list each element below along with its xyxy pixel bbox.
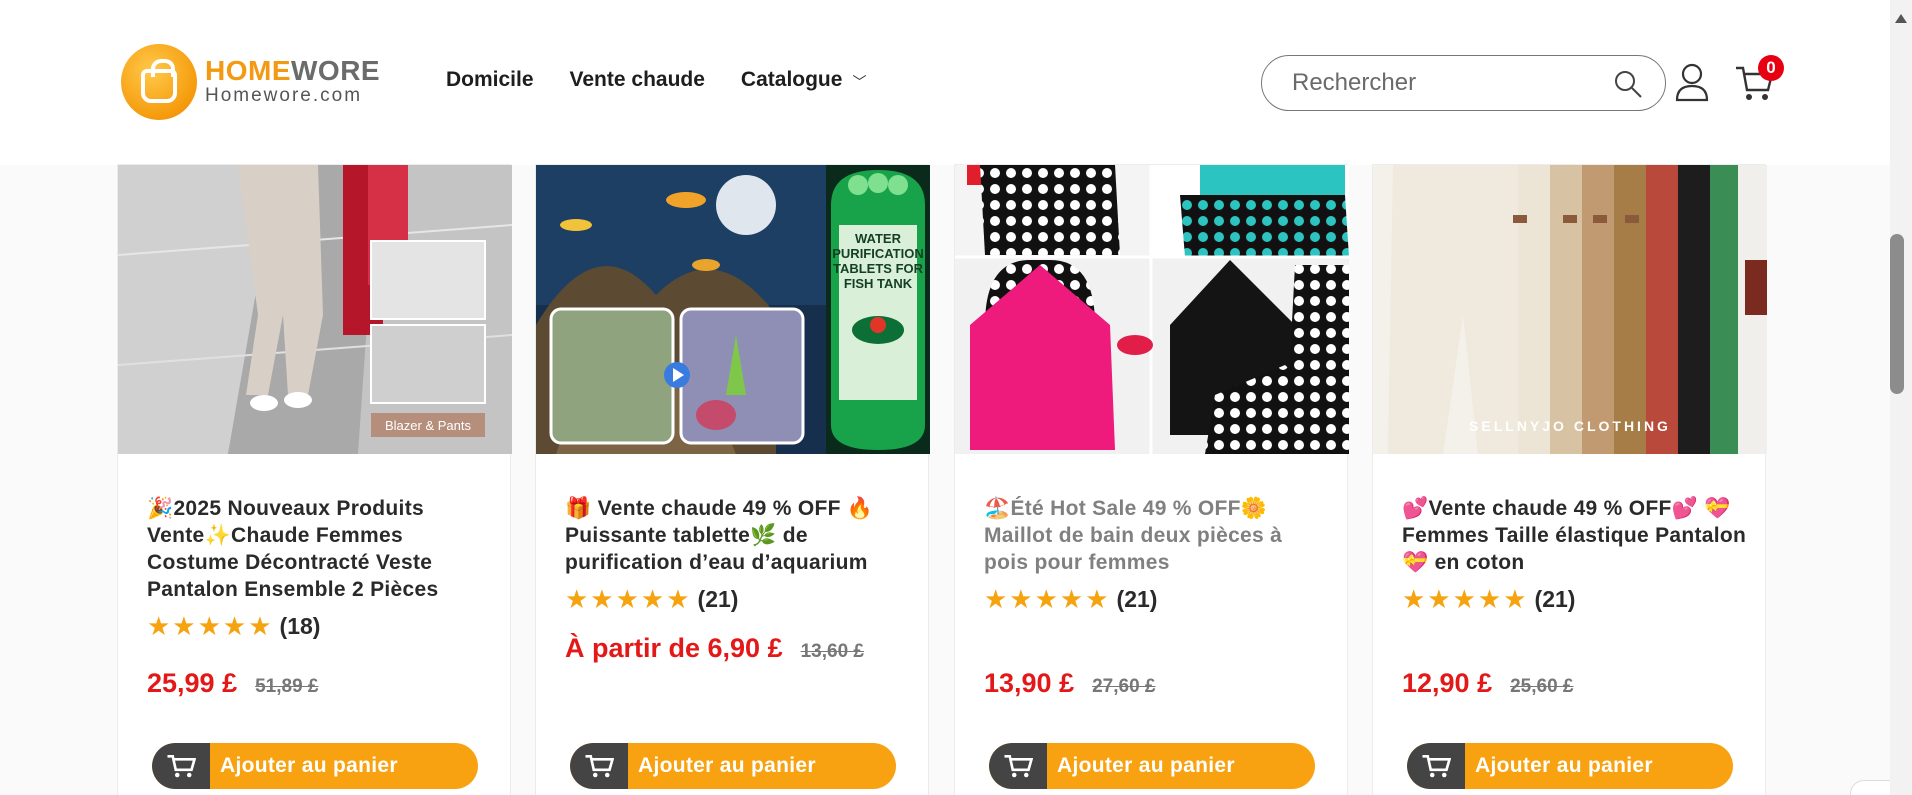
rating-stars-icon: ★★★★★ (565, 584, 692, 614)
page: HOMEWORE Homewore.com Domicile Vente cha… (0, 0, 1912, 795)
search-input[interactable] (1292, 69, 1602, 97)
brand-name-part1: HOME (205, 55, 291, 86)
add-to-cart-button[interactable]: Ajouter au panier (570, 743, 896, 789)
nav-item-domicile[interactable]: Domicile (446, 68, 534, 92)
svg-text:PURIFICATION: PURIFICATION (832, 246, 923, 261)
product-image-graphic (955, 165, 1349, 454)
product-title[interactable]: 🏖️Été Hot Sale 49 % OFF🌼 Maillot de bain… (984, 495, 1329, 576)
product-image[interactable]: SELLNYJO CLOTHING (1373, 165, 1767, 454)
cart-icon (989, 743, 1047, 789)
add-to-cart-label: Ajouter au panier (638, 754, 816, 777)
price-row: À partir de 6,90 £ 13,60 £ (565, 631, 905, 670)
product-title[interactable]: 🎉2025 Nouveaux Produits Vente✨Chaude Fem… (147, 495, 492, 603)
product-card[interactable]: SELLNYJO CLOTHING 💕Vente chaude 49 % OFF… (1372, 164, 1767, 795)
svg-text:TABLETS FOR: TABLETS FOR (833, 261, 924, 276)
image-caption: SELLNYJO CLOTHING (1469, 418, 1671, 434)
shopping-bag-icon (121, 44, 197, 120)
product-image-graphic: SELLNYJO CLOTHING (1373, 165, 1767, 454)
price-row: 12,90 £ 25,60 £ (1402, 668, 1742, 699)
scroll-up-arrow-icon[interactable] (1895, 14, 1907, 23)
cart-icon (1407, 743, 1465, 789)
brand-url: Homewore.com (205, 85, 363, 106)
main-nav: Domicile Vente chaude Catalogue ﹀ (446, 68, 902, 92)
brand-logo[interactable]: HOMEWORE Homewore.com (121, 44, 380, 120)
original-price: 25,60 £ (1510, 676, 1574, 697)
product-image[interactable]: Blazer & Pants (118, 165, 512, 454)
product-title[interactable]: 🎁 Vente chaude 49 % OFF 🔥Puissante table… (565, 495, 910, 576)
cart-icon (570, 743, 628, 789)
product-rating: ★★★★★ (18) (147, 611, 320, 642)
brand-name-part2: WORE (291, 55, 381, 86)
add-to-cart-button[interactable]: Ajouter au panier (152, 743, 478, 789)
nav-item-label: Catalogue (740, 68, 843, 91)
sale-price: 12,90 £ (1402, 668, 1493, 698)
original-price: 13,60 £ (800, 641, 865, 662)
search-box[interactable] (1261, 55, 1666, 111)
sale-price: À partir de 6,90 £ (565, 633, 783, 663)
product-rating: ★★★★★ (21) (1402, 584, 1575, 615)
nav-item-label: Domicile (446, 68, 534, 91)
add-to-cart-label: Ajouter au panier (220, 754, 398, 777)
scrollbar-track[interactable] (1890, 0, 1912, 795)
product-image[interactable] (955, 165, 1349, 454)
price-row: 25,99 £ 51,89 £ (147, 668, 487, 699)
review-count: (21) (697, 586, 739, 612)
svg-text:FISH TANK: FISH TANK (844, 276, 913, 291)
sale-price: 13,90 £ (984, 668, 1075, 698)
add-to-cart-label: Ajouter au panier (1057, 754, 1235, 777)
rating-stars-icon: ★★★★★ (1402, 584, 1529, 614)
price-row: 13,90 £ 27,60 £ (984, 668, 1324, 699)
product-card[interactable]: Blazer & Pants 🎉2025 Nouveaux Produits V… (117, 164, 512, 795)
product-rating: ★★★★★ (21) (565, 584, 738, 615)
product-image-graphic: WATER PURIFICATION TABLETS FOR FISH TANK (536, 165, 930, 454)
site-header: HOMEWORE Homewore.com Domicile Vente cha… (0, 0, 1890, 165)
search-icon[interactable] (1613, 69, 1643, 99)
add-to-cart-button[interactable]: Ajouter au panier (989, 743, 1315, 789)
add-to-cart-label: Ajouter au panier (1475, 754, 1653, 777)
nav-item-label: Vente chaude (569, 68, 705, 91)
cart-count-badge: 0 (1758, 55, 1784, 81)
product-rating: ★★★★★ (21) (984, 584, 1157, 615)
image-caption: Blazer & Pants (385, 418, 471, 433)
scrollbar-thumb[interactable] (1890, 234, 1904, 394)
product-image[interactable]: WATER PURIFICATION TABLETS FOR FISH TANK (536, 165, 930, 454)
review-count: (18) (279, 613, 321, 639)
product-card[interactable]: WATER PURIFICATION TABLETS FOR FISH TANK… (535, 164, 930, 795)
product-image-graphic: Blazer & Pants (118, 165, 512, 454)
review-count: (21) (1116, 586, 1158, 612)
account-icon[interactable] (1674, 62, 1710, 102)
rating-stars-icon: ★★★★★ (147, 611, 274, 641)
original-price: 27,60 £ (1092, 676, 1156, 697)
add-to-cart-button[interactable]: Ajouter au panier (1407, 743, 1733, 789)
cart-icon (152, 743, 210, 789)
sale-price: 25,99 £ (147, 668, 238, 698)
nav-item-vente-chaude[interactable]: Vente chaude (570, 68, 705, 92)
review-count: (21) (1534, 586, 1576, 612)
product-card[interactable]: 🏖️Été Hot Sale 49 % OFF🌼 Maillot de bain… (954, 164, 1349, 795)
chevron-down-icon: ﹀ (852, 74, 867, 90)
svg-text:WATER: WATER (855, 231, 902, 246)
nav-item-catalogue[interactable]: Catalogue ﹀ (741, 68, 867, 92)
product-title[interactable]: 💕Vente chaude 49 % OFF💕 💝Femmes Taille é… (1402, 495, 1747, 576)
rating-stars-icon: ★★★★★ (984, 584, 1111, 614)
original-price: 51,89 £ (255, 676, 319, 697)
